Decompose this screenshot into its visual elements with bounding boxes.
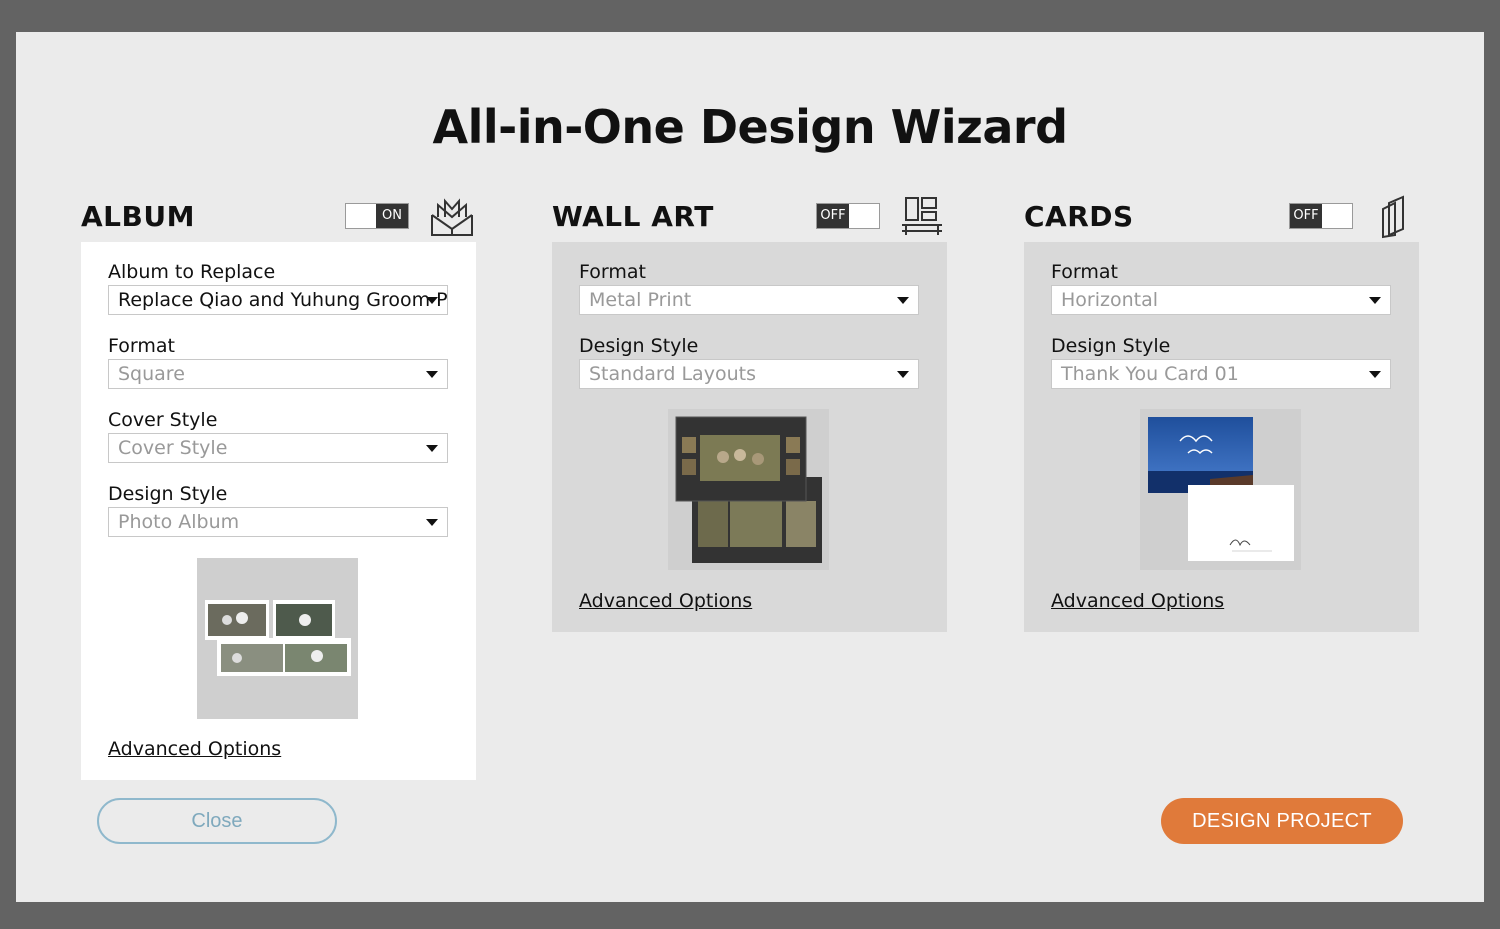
album-preview-image bbox=[197, 558, 358, 719]
cards-advanced-options-link[interactable]: Advanced Options bbox=[1051, 590, 1224, 612]
wallart-design-value: Standard Layouts bbox=[589, 363, 756, 385]
album-toggle[interactable]: ON bbox=[345, 203, 409, 229]
close-button[interactable]: Close bbox=[97, 798, 337, 844]
wallart-preview-image bbox=[668, 409, 829, 570]
album-design-select[interactable]: Photo Album bbox=[108, 507, 448, 537]
album-replace-value: Replace Qiao and Yuhung Groom Pa bbox=[118, 289, 448, 311]
cards-design-select[interactable]: Thank You Card 01 bbox=[1051, 359, 1391, 389]
chevron-down-icon bbox=[426, 297, 438, 304]
cards-panel: Format Horizontal Design Style Thank You… bbox=[1024, 242, 1419, 632]
design-wizard-dialog: All-in-One Design Wizard ALBUM ON Album … bbox=[16, 32, 1484, 902]
album-cover-select[interactable]: Cover Style bbox=[108, 433, 448, 463]
cards-toggle-label: OFF bbox=[1290, 204, 1322, 228]
album-replace-label: Album to Replace bbox=[108, 261, 276, 283]
wallart-advanced-options-link[interactable]: Advanced Options bbox=[579, 590, 752, 612]
chevron-down-icon bbox=[426, 445, 438, 452]
cards-format-value: Horizontal bbox=[1061, 289, 1159, 311]
wallart-toggle-label: OFF bbox=[817, 204, 849, 228]
cards-preview-image bbox=[1140, 409, 1301, 570]
album-replace-select[interactable]: Replace Qiao and Yuhung Groom Pa bbox=[108, 285, 448, 315]
wall-frames-icon bbox=[902, 197, 942, 235]
chevron-down-icon bbox=[897, 297, 909, 304]
album-panel: Album to Replace Replace Qiao and Yuhung… bbox=[81, 242, 476, 780]
album-title: ALBUM bbox=[81, 200, 195, 233]
wallart-design-label: Design Style bbox=[579, 335, 699, 357]
album-design-label: Design Style bbox=[108, 483, 228, 505]
wallart-format-label: Format bbox=[579, 261, 646, 283]
design-project-button[interactable]: DESIGN PROJECT bbox=[1161, 798, 1403, 844]
cards-format-select[interactable]: Horizontal bbox=[1051, 285, 1391, 315]
chevron-down-icon bbox=[426, 371, 438, 378]
wallart-format-value: Metal Print bbox=[589, 289, 692, 311]
stacked-cards-icon bbox=[1382, 195, 1404, 239]
chevron-down-icon bbox=[1369, 371, 1381, 378]
chevron-down-icon bbox=[897, 371, 909, 378]
album-format-label: Format bbox=[108, 335, 175, 357]
wallart-title: WALL ART bbox=[552, 200, 714, 233]
album-design-value: Photo Album bbox=[118, 511, 240, 533]
dialog-title: All-in-One Design Wizard bbox=[432, 100, 1068, 154]
wallart-design-select[interactable]: Standard Layouts bbox=[579, 359, 919, 389]
chevron-down-icon bbox=[1369, 297, 1381, 304]
cards-title: CARDS bbox=[1024, 200, 1134, 233]
album-format-value: Square bbox=[118, 363, 185, 385]
album-toggle-label: ON bbox=[376, 204, 408, 228]
album-format-select[interactable]: Square bbox=[108, 359, 448, 389]
cards-format-label: Format bbox=[1051, 261, 1118, 283]
wallart-panel: Format Metal Print Design Style Standard… bbox=[552, 242, 947, 632]
chevron-down-icon bbox=[426, 519, 438, 526]
wallart-toggle[interactable]: OFF bbox=[816, 203, 880, 229]
cards-toggle[interactable]: OFF bbox=[1289, 203, 1353, 229]
album-advanced-options-link[interactable]: Advanced Options bbox=[108, 738, 281, 760]
wallart-format-select[interactable]: Metal Print bbox=[579, 285, 919, 315]
cards-design-value: Thank You Card 01 bbox=[1061, 363, 1239, 385]
cards-design-label: Design Style bbox=[1051, 335, 1171, 357]
album-cover-value: Cover Style bbox=[118, 437, 228, 459]
album-cover-label: Cover Style bbox=[108, 409, 218, 431]
open-book-icon bbox=[431, 198, 473, 236]
